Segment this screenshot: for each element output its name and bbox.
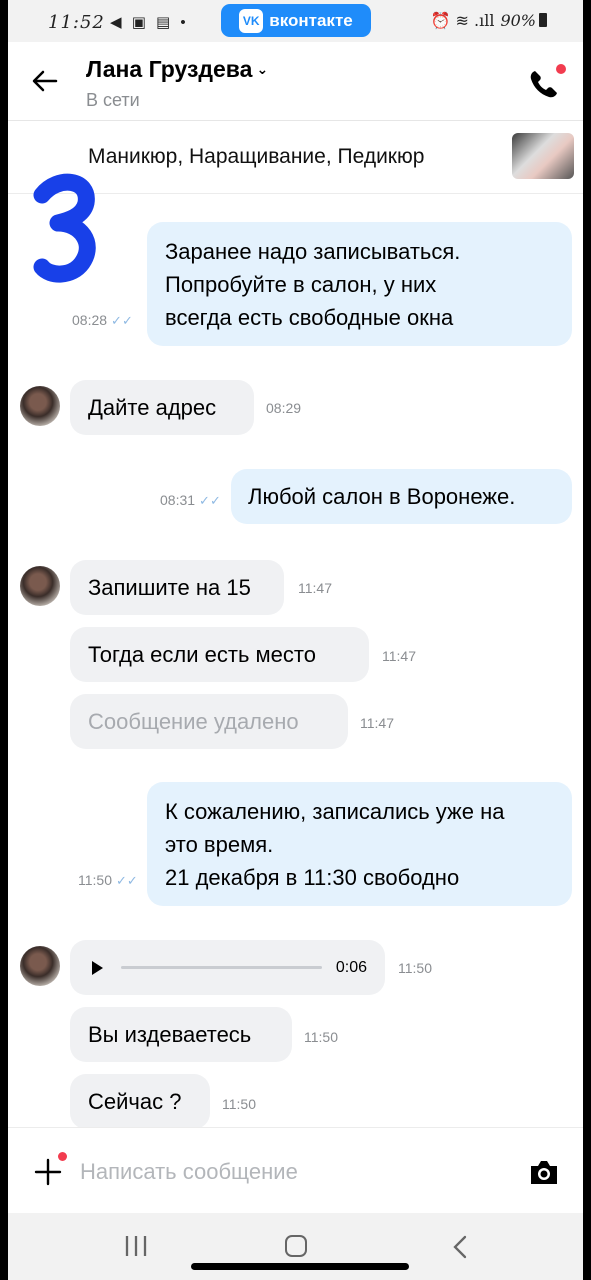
message-time: 08:28 ✓✓ (72, 312, 133, 329)
message-time: 11:50 ✓✓ (78, 872, 138, 889)
outgoing-message[interactable]: Заранее надо записываться. Попробуйте в … (147, 222, 572, 346)
message-text: Заранее надо записываться. Попробуйте в … (165, 239, 461, 330)
nav-recents-icon[interactable] (124, 1235, 148, 1257)
message-time: 11:47 (382, 648, 416, 664)
message-time: 11:47 (360, 715, 394, 731)
read-check-icon: ✓✓ (199, 493, 221, 508)
vk-logo-icon: VK (239, 8, 264, 33)
system-nav-bar (8, 1213, 583, 1280)
message-input[interactable] (78, 1152, 482, 1192)
outgoing-message[interactable]: Любой салон в Воронеже. (231, 469, 572, 524)
message-time: 11:50 (222, 1096, 256, 1112)
chat-header: Лана Груздева ⌄ В сети (8, 42, 583, 121)
message-text: Тогда если есть место (88, 642, 316, 667)
message-text: К сожалению, записались уже на это время… (165, 799, 505, 890)
contact-status: В сети (86, 90, 140, 110)
message-time: 11:50 (398, 960, 432, 976)
message-time: 08:29 (266, 400, 302, 416)
incoming-message[interactable]: Сейчас ? (70, 1074, 210, 1129)
plus-icon[interactable] (34, 1158, 62, 1186)
battery-level: 90% (500, 11, 536, 30)
chevron-down-icon: ⌄ (256, 61, 269, 77)
message-text: Запишите на 15 (88, 575, 251, 600)
nav-back-icon[interactable] (452, 1235, 468, 1259)
avatar[interactable] (20, 386, 60, 426)
message-composer (8, 1127, 583, 1214)
message-time: 11:50 (304, 1029, 338, 1045)
home-indicator[interactable] (191, 1263, 409, 1270)
message-time-text: 11:50 (78, 872, 112, 888)
message-time-text: 08:28 (72, 312, 108, 328)
outgoing-message[interactable]: К сожалению, записались уже на это время… (147, 782, 572, 906)
vk-app-badge-label: вконтакте (269, 10, 353, 30)
phone-screen: 11:52 ◀ ▣ ▤ • VK вконтакте ⏰ ≋ .ıll 90% Л… (8, 0, 583, 1280)
status-right: ⏰ ≋ .ıll 90% (430, 11, 547, 30)
incoming-message[interactable]: Дайте адрес (70, 380, 254, 435)
pinned-thumbnail (512, 133, 574, 179)
read-check-icon: ✓✓ (111, 313, 133, 328)
camera-icon[interactable] (529, 1158, 559, 1186)
status-time: 11:52 (48, 12, 105, 33)
message-time: 11:47 (298, 580, 332, 596)
incoming-message[interactable]: Вы издеваетесь (70, 1007, 292, 1062)
read-check-icon: ✓✓ (116, 873, 138, 888)
avatar[interactable] (20, 946, 60, 986)
message-text: Вы издеваетесь (88, 1022, 252, 1047)
play-icon[interactable] (92, 960, 103, 975)
incoming-message[interactable]: Запишите на 15 (70, 560, 284, 615)
call-notification-dot (556, 64, 566, 74)
message-text: Любой салон в Воронеже. (248, 484, 516, 509)
vk-app-badge[interactable]: VK вконтакте (221, 4, 371, 37)
message-text: Дайте адрес (88, 395, 217, 420)
voice-message[interactable]: 0:06 (70, 940, 385, 995)
contact-name[interactable]: Лана Груздева ⌄ (86, 56, 268, 83)
voice-duration: 0:06 (335, 959, 367, 976)
battery-icon (539, 13, 547, 27)
message-text: Сообщение удалено (88, 709, 299, 734)
avatar[interactable] (20, 566, 60, 606)
incoming-message[interactable]: Тогда если есть место (70, 627, 369, 682)
contact-name-text: Лана Груздева (86, 56, 253, 82)
back-arrow-icon[interactable] (30, 66, 60, 96)
notification-icons: ◀ ▣ ▤ • (110, 14, 189, 31)
message-time-text: 08:31 (160, 492, 196, 508)
status-bar: 11:52 ◀ ▣ ▤ • VK вконтакте ⏰ ≋ .ıll 90% (8, 0, 583, 42)
system-icons: ⏰ ≋ .ıll (430, 11, 495, 30)
message-time: 08:31 ✓✓ (160, 492, 221, 509)
deleted-message[interactable]: Сообщение удалено (70, 694, 348, 749)
voice-progress-track[interactable] (121, 966, 322, 969)
nav-home-icon[interactable] (285, 1235, 307, 1257)
pinned-message-text: Маникюр, Наращивание, Педикюр (88, 145, 425, 168)
blue-scribble-annotation (33, 173, 96, 283)
message-text: Сейчас ? (88, 1089, 182, 1114)
attach-notification-dot (58, 1152, 67, 1161)
